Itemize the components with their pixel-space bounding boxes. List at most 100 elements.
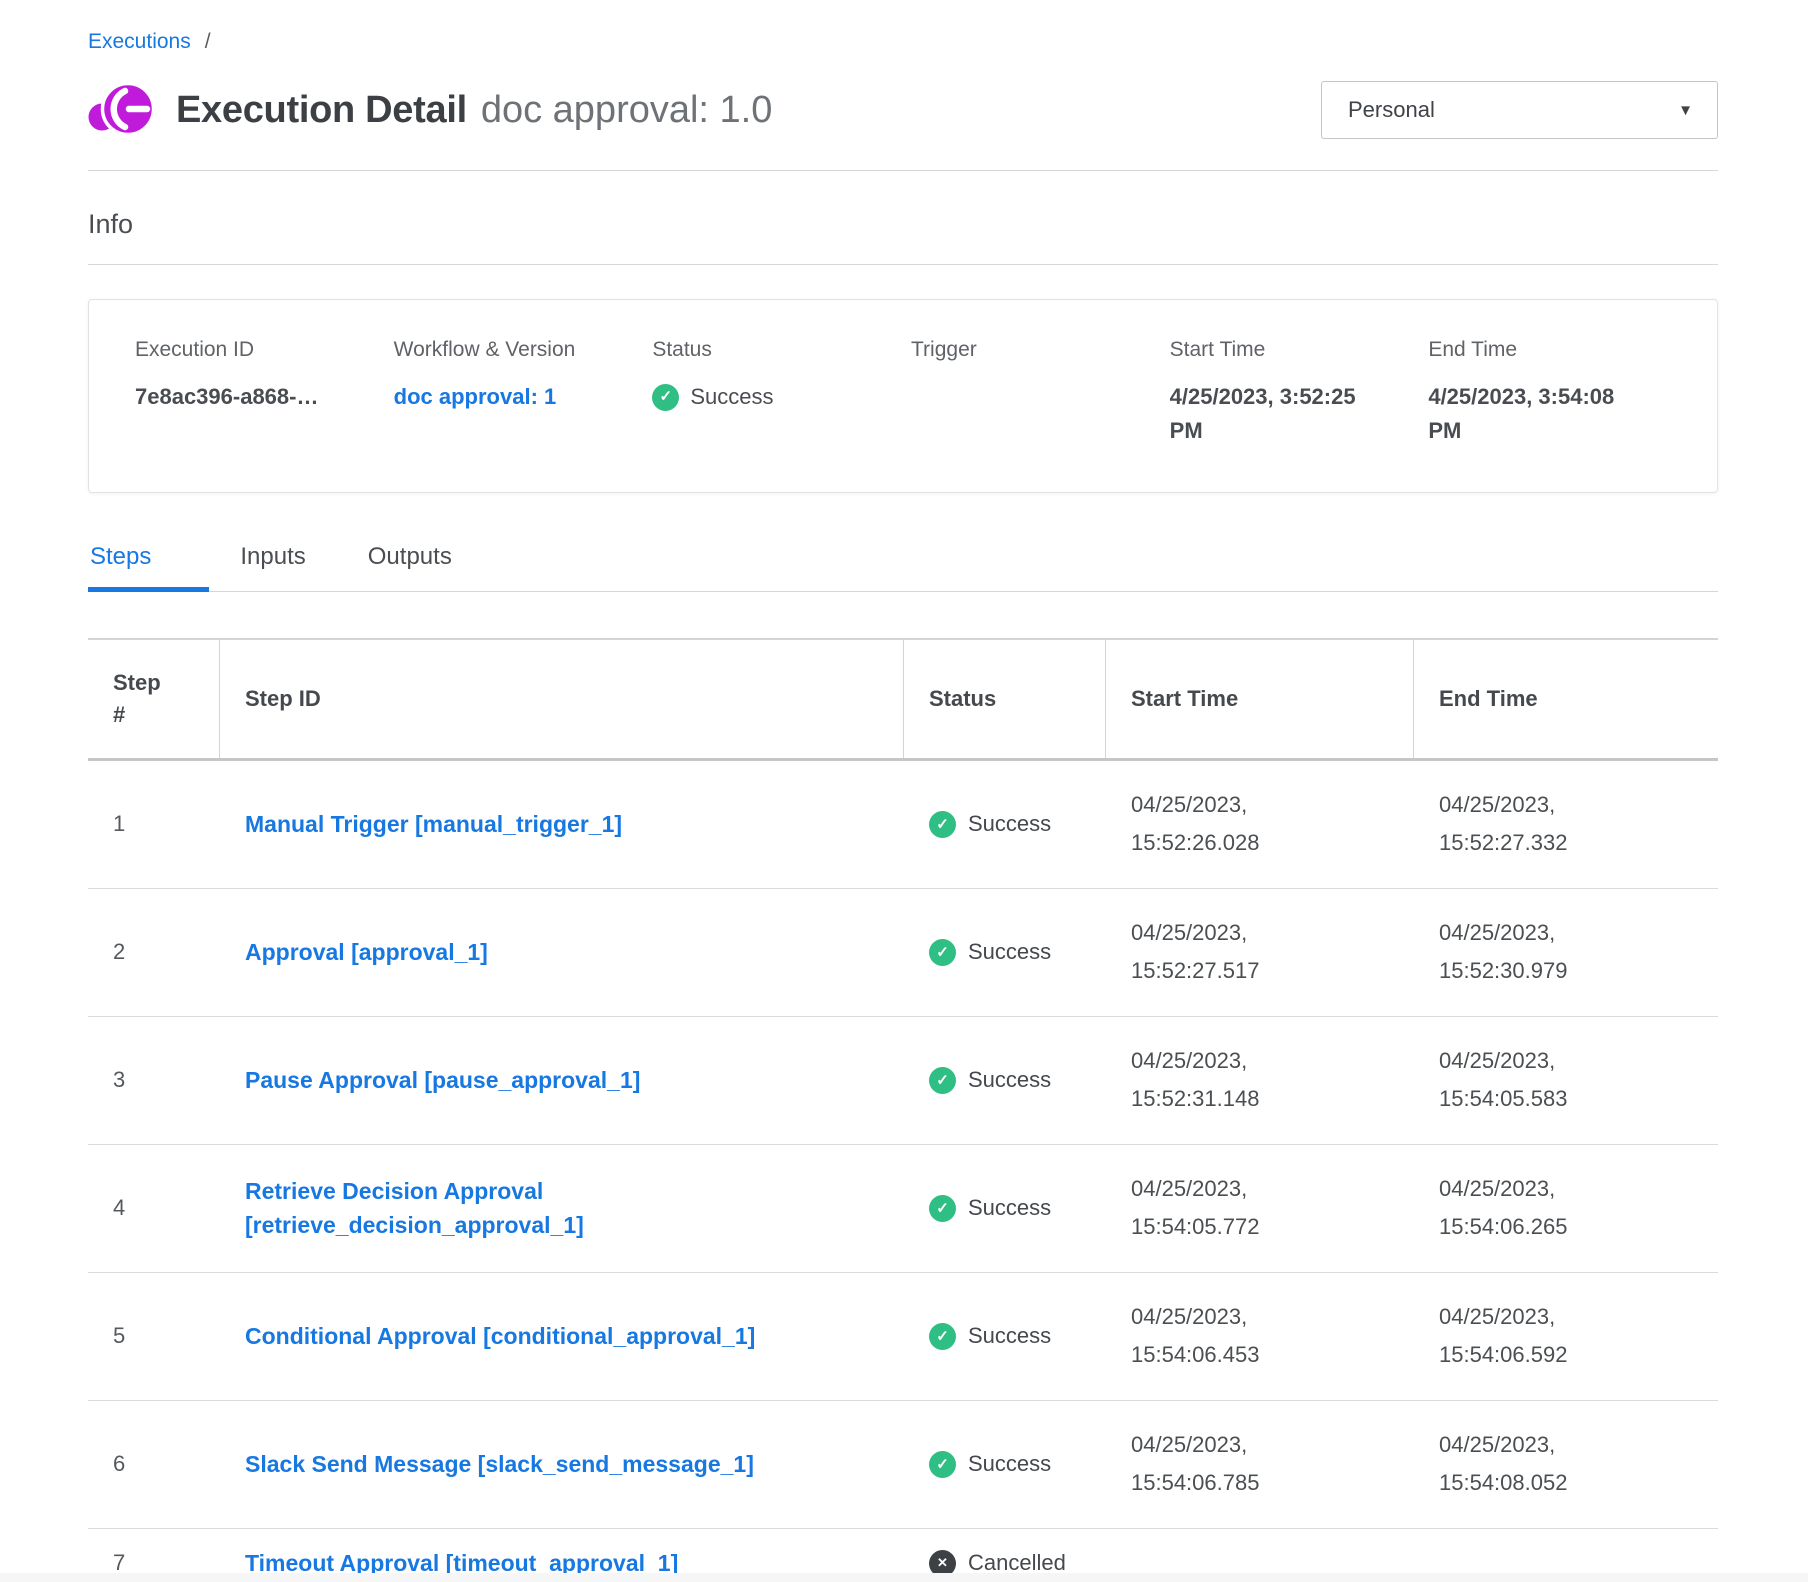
end-time-cell: 04/25/2023,15:54:05.583 [1414, 1042, 1718, 1119]
execution-detail-page: Executions / Execution Detail doc approva… [0, 0, 1808, 1582]
table-row: 6 Slack Send Message [slack_send_message_… [88, 1401, 1718, 1529]
start-time-cell: 04/25/2023,15:52:31.148 [1106, 1042, 1414, 1119]
end-time-cell: 04/25/2023,15:54:06.592 [1414, 1298, 1718, 1375]
status-cell: Success [904, 1451, 1106, 1478]
start-time-cell: 04/25/2023,15:52:26.028 [1106, 786, 1414, 863]
steps-table: Step # Step ID Status Start Time End Tim… [88, 638, 1718, 1582]
tab-steps[interactable]: Steps [88, 543, 209, 592]
table-row: 1 Manual Trigger [manual_trigger_1] Succes… [88, 761, 1718, 889]
step-id-cell: Manual Trigger [manual_trigger_1] [220, 807, 904, 842]
title-group: Execution Detail doc approval: 1.0 [88, 78, 772, 142]
header-divider [88, 170, 1718, 171]
table-row: 4 Retrieve Decision Approval [retrieve_de… [88, 1145, 1718, 1273]
table-row: 3 Pause Approval [pause_approval_1] Succes… [88, 1017, 1718, 1145]
success-check-icon [929, 939, 956, 966]
success-check-icon [929, 1067, 956, 1094]
breadcrumb: Executions / [88, 30, 1718, 54]
status-label: Success [968, 1067, 1051, 1093]
info-field-execution-id: Execution ID 7e8ac396-a868-… [135, 338, 378, 448]
end-time-cell: 04/25/2023,15:54:08.052 [1414, 1426, 1718, 1503]
status-label: Success [968, 1195, 1051, 1221]
workspace-dropdown[interactable]: Personal ▼ [1321, 81, 1718, 139]
column-header-start-time: Start Time [1106, 640, 1414, 758]
success-check-icon [652, 384, 679, 411]
status-label: Success [968, 939, 1051, 965]
chevron-down-icon: ▼ [1678, 102, 1693, 119]
step-id-cell: Approval [approval_1] [220, 935, 904, 970]
success-check-icon [929, 1451, 956, 1478]
status-cell: Success [904, 1067, 1106, 1094]
tab-outputs[interactable]: Outputs [337, 543, 483, 592]
end-time-cell: 04/25/2023,15:54:06.265 [1414, 1170, 1718, 1247]
status-label: Success [968, 811, 1051, 837]
column-header-step-id: Step ID [220, 640, 904, 758]
page-title: Execution Detail [176, 89, 467, 131]
status-cell: Success [904, 939, 1106, 966]
status-cell: Success [904, 811, 1106, 838]
status-label: Success [968, 1323, 1051, 1349]
column-header-step-number: Step # [88, 640, 220, 758]
tab-bar: Steps Inputs Outputs [88, 543, 1718, 592]
step-id-link[interactable]: Approval [approval_1] [245, 935, 488, 970]
success-check-icon [929, 811, 956, 838]
info-field-workflow-version: Workflow & Version doc approval: 1 [394, 338, 637, 448]
status-cell: Success [904, 1195, 1106, 1222]
info-label: Start Time [1170, 338, 1413, 362]
tab-inputs[interactable]: Inputs [209, 543, 336, 592]
table-body: 1 Manual Trigger [manual_trigger_1] Succes… [88, 761, 1718, 1582]
step-id-link[interactable]: Conditional Approval [conditional_approv… [245, 1319, 755, 1354]
step-number: 4 [88, 1195, 220, 1221]
step-id-cell: Retrieve Decision Approval [retrieve_dec… [220, 1174, 904, 1243]
column-header-status: Status [904, 640, 1106, 758]
column-header-end-time: End Time [1414, 640, 1718, 758]
end-time-value: 4/25/2023, 3:54:08 PM [1428, 380, 1638, 448]
info-field-trigger: Trigger [911, 338, 1154, 448]
info-label: End Time [1428, 338, 1671, 362]
info-label: Status [652, 338, 895, 362]
info-label: Workflow & Version [394, 338, 637, 362]
info-field-end-time: End Time 4/25/2023, 3:54:08 PM [1428, 338, 1671, 448]
info-section-heading: Info [88, 209, 1718, 240]
title-row: Execution Detail doc approval: 1.0 Person… [88, 78, 1718, 142]
table-header: Step # Step ID Status Start Time End Tim… [88, 640, 1718, 761]
end-time-cell: 04/25/2023,15:52:27.332 [1414, 786, 1718, 863]
workflow-logo-icon [88, 78, 154, 142]
step-number: 6 [88, 1451, 220, 1477]
status-cell: Success [904, 1323, 1106, 1350]
step-number: 1 [88, 811, 220, 837]
step-id-cell: Slack Send Message [slack_send_message_1… [220, 1447, 904, 1482]
bottom-page-band [0, 1573, 1808, 1582]
page-subtitle: doc approval: 1.0 [481, 89, 773, 131]
step-number: 2 [88, 939, 220, 965]
step-number: 5 [88, 1323, 220, 1349]
step-id-cell: Pause Approval [pause_approval_1] [220, 1063, 904, 1098]
step-id-link[interactable]: Slack Send Message [slack_send_message_1… [245, 1447, 754, 1482]
start-time-cell: 04/25/2023,15:54:06.785 [1106, 1426, 1414, 1503]
info-divider [88, 264, 1718, 265]
step-id-link[interactable]: Pause Approval [pause_approval_1] [245, 1063, 640, 1098]
page-title-block: Execution Detail doc approval: 1.0 [176, 89, 772, 132]
success-check-icon [929, 1323, 956, 1350]
start-time-cell: 04/25/2023,15:52:27.517 [1106, 914, 1414, 991]
status-label: Success [968, 1451, 1051, 1477]
info-label: Execution ID [135, 338, 378, 362]
status-value: Success [652, 380, 862, 414]
info-label: Trigger [911, 338, 1154, 362]
workspace-dropdown-value: Personal [1348, 97, 1435, 123]
step-number: 3 [88, 1067, 220, 1093]
breadcrumb-separator: / [205, 30, 211, 54]
workflow-version-link[interactable]: doc approval: 1 [394, 380, 557, 414]
step-id-link[interactable]: Retrieve Decision Approval [retrieve_dec… [245, 1174, 805, 1243]
start-time-value: 4/25/2023, 3:52:25 PM [1170, 380, 1380, 448]
info-field-start-time: Start Time 4/25/2023, 3:52:25 PM [1170, 338, 1413, 448]
step-id-link[interactable]: Manual Trigger [manual_trigger_1] [245, 807, 622, 842]
breadcrumb-executions-link[interactable]: Executions [88, 30, 191, 54]
table-row: 2 Approval [approval_1] Success 04/25/2023,… [88, 889, 1718, 1017]
info-field-status: Status Success [652, 338, 895, 448]
start-time-cell: 04/25/2023,15:54:06.453 [1106, 1298, 1414, 1375]
start-time-cell: 04/25/2023,15:54:05.772 [1106, 1170, 1414, 1247]
table-row: 5 Conditional Approval [conditional_appro… [88, 1273, 1718, 1401]
execution-id-value: 7e8ac396-a868-… [135, 380, 345, 414]
end-time-cell: 04/25/2023,15:52:30.979 [1414, 914, 1718, 991]
step-id-cell: Conditional Approval [conditional_approv… [220, 1319, 904, 1354]
